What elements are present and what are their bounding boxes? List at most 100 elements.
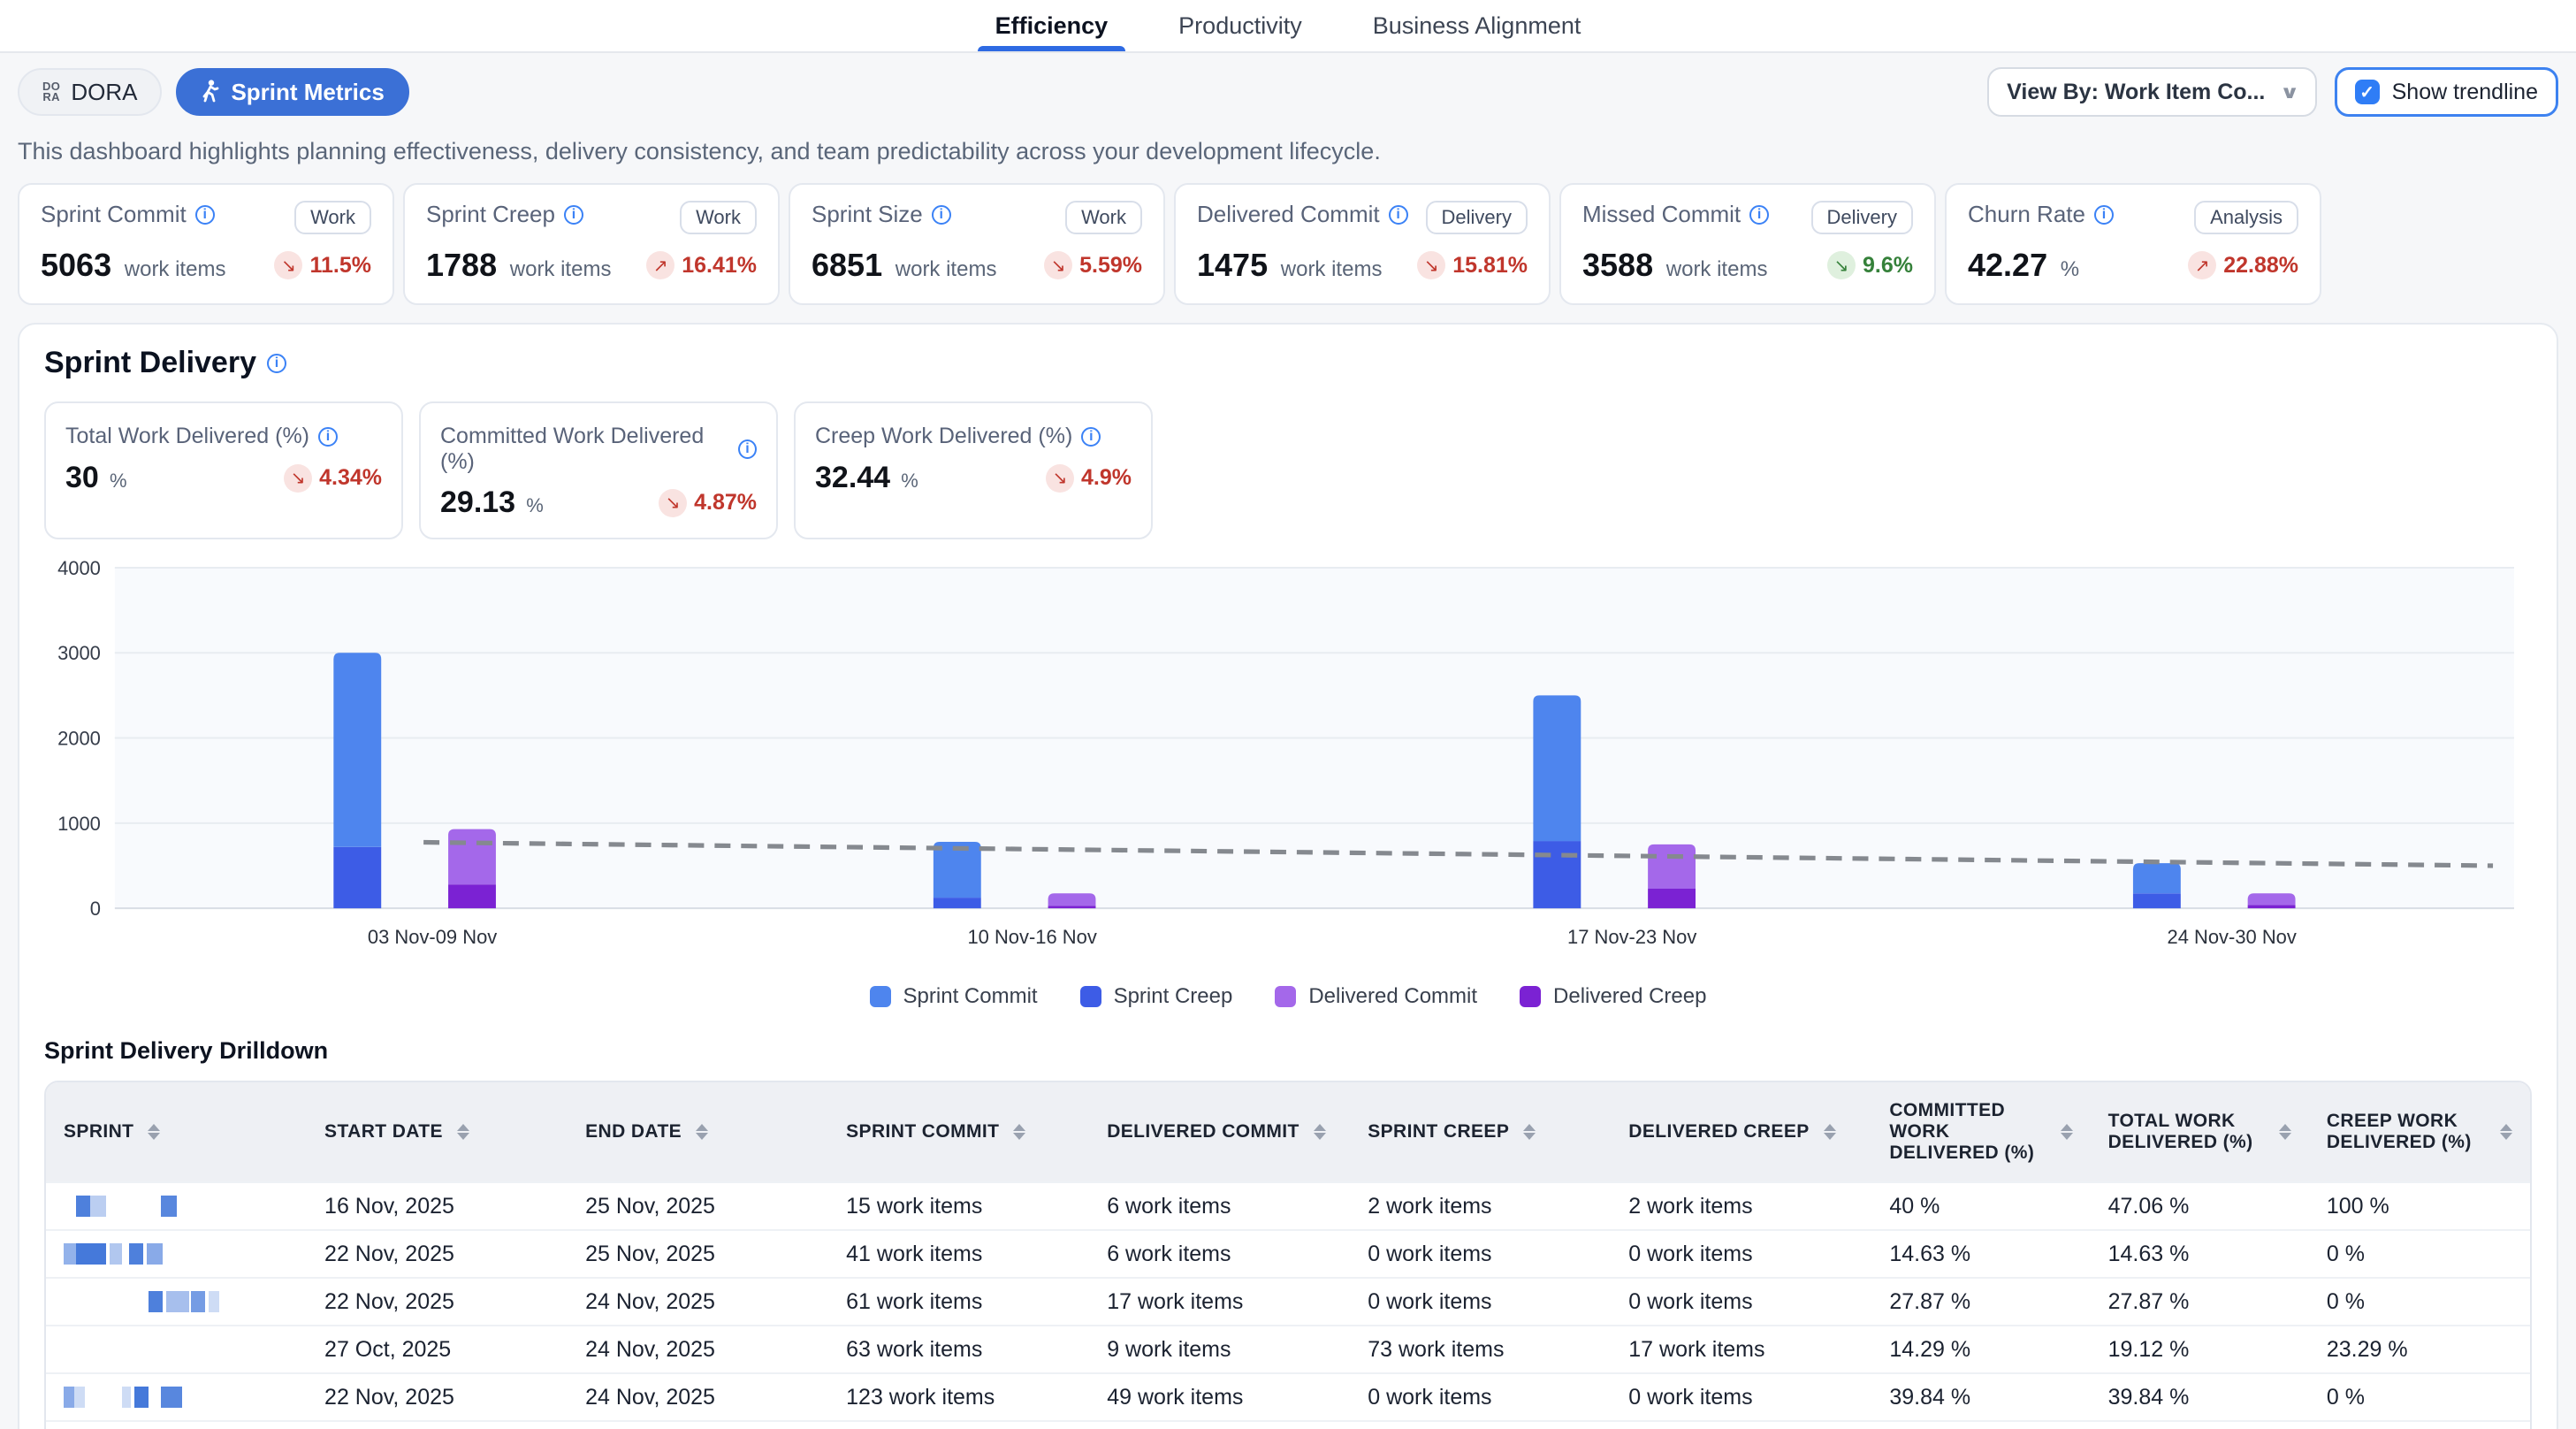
column-header-end-date[interactable]: End Date [568, 1082, 828, 1181]
sort-icon [2279, 1124, 2291, 1140]
tab-productivity[interactable]: Productivity [1175, 0, 1306, 51]
kpi-category-badge: Delivery [1426, 201, 1528, 234]
sprint-metrics-button[interactable]: Sprint Metrics [176, 68, 408, 116]
cell-delivered-creep: 0 work items [1611, 1277, 1871, 1325]
table-row[interactable]: 10 Nov, 202524 Nov, 202571 work items35 … [46, 1420, 2530, 1429]
legend-item-sprint-creep[interactable]: Sprint Creep [1080, 984, 1233, 1009]
kpi-value: 42.27 [1968, 247, 2047, 283]
chevron-down-icon: ∨ [2280, 81, 2300, 103]
info-icon[interactable]: i [738, 439, 757, 459]
cell-end-date: 25 Nov, 2025 [568, 1229, 828, 1277]
kpi-delta-value: 16.41% [682, 253, 757, 279]
metric-delta-value: 4.87% [694, 490, 757, 516]
drilldown-table: SprintStart DateEnd Date Sprint Commit Del… [46, 1082, 2530, 1429]
cell-total-work-delivered-: 27.87 % [2091, 1277, 2309, 1325]
column-label: Sprint Commit [846, 1121, 999, 1142]
info-icon[interactable]: i [1389, 205, 1408, 225]
drilldown-table-frame: SprintStart DateEnd Date Sprint Commit Del… [44, 1081, 2532, 1429]
cell-sprint-creep: 2 work items [1350, 1181, 1611, 1229]
column-header-delivered-commit[interactable]: Delivered Commit [1089, 1082, 1350, 1181]
kpi-category-badge: Delivery [1811, 201, 1913, 234]
cell-start-date: 22 Nov, 2025 [307, 1277, 568, 1325]
trend-arrow-icon: ↘ [1827, 251, 1856, 279]
cell-start-date: 16 Nov, 2025 [307, 1181, 568, 1229]
sort-icon [457, 1124, 469, 1140]
legend-item-delivered-creep[interactable]: Delivered Creep [1520, 984, 1706, 1009]
kpi-delta-value: 5.59% [1079, 253, 1142, 279]
column-header-sprint-creep[interactable]: Sprint Creep [1350, 1082, 1611, 1181]
kpi-delta: ↘ 5.59% [1044, 251, 1142, 279]
sprint-metrics-label: Sprint Metrics [231, 79, 384, 106]
legend-label: Delivered Commit [1308, 984, 1477, 1009]
sprint-name-redacted [46, 1372, 307, 1420]
sort-icon [1314, 1124, 1326, 1140]
legend-item-sprint-commit[interactable]: Sprint Commit [870, 984, 1038, 1009]
cell-total-work-delivered-: 19.12 % [2091, 1325, 2309, 1372]
kpi-category-badge: Analysis [2194, 201, 2298, 234]
metric-unit: % [896, 470, 918, 492]
cell-delivered-creep: 17 work items [1611, 1325, 1871, 1372]
cell-committed-work-delivered-: 14.29 % [1871, 1325, 2090, 1372]
view-by-select[interactable]: View By: Work Item Co... ∨ [1987, 67, 2316, 117]
cell-end-date: 24 Nov, 2025 [568, 1277, 828, 1325]
column-header-start-date[interactable]: Start Date [307, 1082, 568, 1181]
cell-sprint-commit: 63 work items [828, 1325, 1089, 1372]
trend-arrow-icon: ↘ [1417, 251, 1445, 279]
sort-icon [1523, 1124, 1536, 1140]
cell-sprint-creep: 0 work items [1350, 1229, 1611, 1277]
info-icon[interactable]: i [267, 354, 286, 373]
svg-text:1000: 1000 [57, 813, 101, 835]
cell-end-date: 24 Nov, 2025 [568, 1325, 828, 1372]
stacked-bar-chart: 0100020003000400003 Nov-09 Nov10 Nov-16 … [44, 557, 2532, 967]
kpi-card-row: Sprint Commit i Work 5063 work items ↘ 1… [0, 183, 2576, 305]
info-icon[interactable]: i [564, 205, 583, 225]
tab-business-alignment[interactable]: Business Alignment [1369, 0, 1585, 51]
drilldown-title: Sprint Delivery Drilldown [44, 1037, 2532, 1065]
kpi-card: Sprint Commit i Work 5063 work items ↘ 1… [18, 183, 394, 305]
info-icon[interactable]: i [1749, 205, 1769, 225]
legend-swatch-icon [870, 986, 891, 1007]
delivery-metric-card: Creep Work Delivered (%) i 32.44 % ↘ 4.9… [794, 401, 1153, 539]
info-icon[interactable]: i [2094, 205, 2114, 225]
sort-icon [2061, 1124, 2073, 1140]
column-label: Sprint Creep [1368, 1121, 1509, 1142]
column-header-total-work-delivered-[interactable]: Total Work Delivered (%) [2091, 1082, 2309, 1181]
cell-end-date: 24 Nov, 2025 [568, 1420, 828, 1429]
show-trendline-toggle[interactable]: ✓ Show trendline [2335, 67, 2558, 117]
metric-unit: % [521, 494, 544, 516]
table-row[interactable]: 27 Oct, 202524 Nov, 202563 work items9 w… [46, 1325, 2530, 1372]
sprint-delivery-section: Sprint Delivery i Total Work Delivered (… [18, 323, 2558, 1429]
column-header-delivered-creep[interactable]: Delivered Creep [1611, 1082, 1871, 1181]
metric-title: Total Work Delivered (%) [65, 424, 309, 449]
column-header-committed-work-delivered-[interactable]: Committed Work Delivered (%) [1871, 1082, 2090, 1181]
table-row[interactable]: 16 Nov, 202525 Nov, 202515 work items6 w… [46, 1181, 2530, 1229]
column-header-sprint[interactable]: Sprint [46, 1082, 307, 1181]
table-row[interactable]: 22 Nov, 202525 Nov, 202541 work items6 w… [46, 1229, 2530, 1277]
show-trendline-label: Show trendline [2392, 80, 2538, 105]
table-row[interactable]: 22 Nov, 202524 Nov, 2025123 work items49… [46, 1372, 2530, 1420]
cell-start-date: 22 Nov, 2025 [307, 1229, 568, 1277]
info-icon[interactable]: i [195, 205, 215, 225]
legend-swatch-icon [1275, 986, 1296, 1007]
info-icon[interactable]: i [318, 427, 338, 447]
kpi-category-badge: Work [294, 201, 371, 234]
delivery-metric-card: Committed Work Delivered (%) i 29.13 % ↘… [419, 401, 778, 539]
svg-text:03 Nov-09 Nov: 03 Nov-09 Nov [368, 926, 497, 948]
kpi-title: Sprint Commit [41, 201, 187, 228]
cell-creep-work-delivered-: 23.29 % [2309, 1325, 2530, 1372]
column-label: Total Work Delivered (%) [2108, 1111, 2265, 1153]
tab-efficiency[interactable]: Efficiency [992, 0, 1112, 51]
cell-end-date: 25 Nov, 2025 [568, 1181, 828, 1229]
trend-arrow-icon: ↘ [284, 464, 312, 493]
kpi-card: Sprint Size i Work 6851 work items ↘ 5.5… [789, 183, 1165, 305]
legend-item-delivered-commit[interactable]: Delivered Commit [1275, 984, 1477, 1009]
kpi-unit: work items [1660, 257, 1767, 281]
metric-delta: ↘ 4.34% [284, 464, 382, 493]
info-icon[interactable]: i [932, 205, 951, 225]
dora-button[interactable]: DORA DORA [18, 68, 162, 116]
column-header-sprint-commit[interactable]: Sprint Commit [828, 1082, 1089, 1181]
column-header-creep-work-delivered-[interactable]: Creep Work Delivered (%) [2309, 1082, 2530, 1181]
info-icon[interactable]: i [1081, 427, 1101, 447]
cell-start-date: 27 Oct, 2025 [307, 1325, 568, 1372]
table-row[interactable]: 22 Nov, 202524 Nov, 202561 work items17 … [46, 1277, 2530, 1325]
